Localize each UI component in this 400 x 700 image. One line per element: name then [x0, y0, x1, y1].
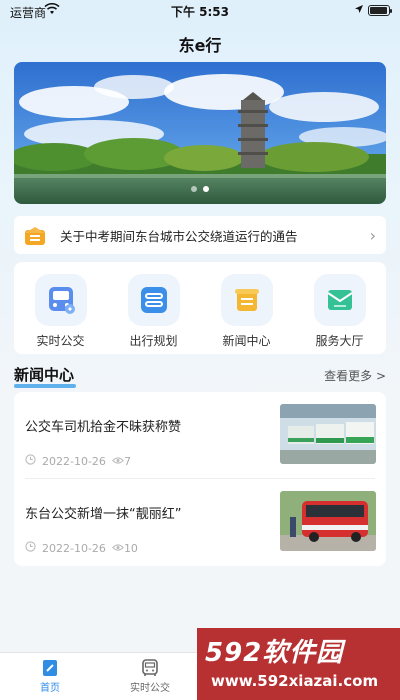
quick-action-news-center[interactable]: 新闻中心: [207, 274, 287, 354]
news-meta: 2022-10-26 7: [25, 454, 131, 468]
news-scroll-icon: [220, 274, 273, 326]
news-date: 2022-10-26: [42, 454, 106, 468]
news-section-header: 新闻中心 查看更多 >: [14, 364, 386, 388]
news-list: 公交车司机拾金不昧获称赞 2022-10-26 7 东台公交新增一抹“靓丽红” …: [14, 392, 386, 566]
app-title: 东e行: [178, 36, 222, 55]
eye-icon: [112, 542, 124, 555]
carousel-dot[interactable]: [191, 186, 197, 192]
news-title: 公交车司机拾金不昧获称赞: [25, 420, 182, 435]
news-thumbnail: [280, 491, 376, 551]
tab-label: 实时公交: [130, 683, 170, 694]
service-envelope-icon: [313, 274, 366, 326]
bus-outline-icon: [100, 657, 200, 679]
tab-home[interactable]: 首页: [0, 653, 100, 700]
status-bar: 运营商 下午 5:53: [0, 0, 400, 22]
bus-icon: [34, 274, 87, 326]
banner-carousel[interactable]: [14, 62, 386, 204]
quick-action-realtime-bus[interactable]: 实时公交: [21, 274, 101, 354]
clock-icon: [25, 541, 36, 555]
clock: 下午 5:53: [170, 5, 230, 19]
quick-action-service-hall[interactable]: 服务大厅: [300, 274, 380, 354]
watermark-brand: 592软件园: [205, 638, 344, 668]
route-icon: [127, 274, 180, 326]
quick-action-label: 服务大厅: [315, 334, 364, 348]
announcement-bar[interactable]: 关于中考期间东台城市公交绕道运行的通告 ›: [14, 216, 386, 254]
quick-action-label: 出行规划: [129, 334, 178, 348]
carousel-dots[interactable]: [14, 177, 386, 196]
news-title: 东台公交新增一抹“靓丽红”: [25, 507, 182, 522]
location-arrow-icon: [354, 3, 364, 17]
home-icon: [0, 657, 100, 679]
list-item[interactable]: 东台公交新增一抹“靓丽红” 2022-10-26 10: [14, 479, 386, 565]
watermark-url: www.592xiazai.com: [211, 672, 379, 690]
clock-icon: [25, 454, 36, 468]
announcement-text: 关于中考期间东台城市公交绕道运行的通告: [60, 228, 298, 244]
tab-realtime-bus[interactable]: 实时公交: [100, 653, 200, 700]
watermark-logo: 592软件园 www.592xiazai.com: [197, 628, 400, 700]
news-views: 7: [123, 454, 131, 468]
eye-icon: [112, 455, 124, 468]
news-views: 10: [123, 541, 138, 555]
tab-label: 首页: [40, 683, 60, 694]
quick-action-trip-planning[interactable]: 出行规划: [114, 274, 194, 354]
news-thumbnail: [280, 404, 376, 464]
section-title: 新闻中心: [14, 366, 75, 384]
quick-actions: 实时公交 出行规划 新闻中心 服务大厅: [14, 262, 386, 354]
view-more-link[interactable]: 查看更多 >: [324, 367, 386, 384]
quick-action-label: 实时公交: [36, 334, 85, 348]
news-date: 2022-10-26: [42, 541, 106, 555]
announcement-icon: [24, 226, 46, 245]
battery-icon: [368, 5, 392, 16]
list-item[interactable]: 公交车司机拾金不昧获称赞 2022-10-26 7: [14, 392, 386, 479]
quick-action-label: 新闻中心: [222, 334, 271, 348]
chevron-right-icon: ›: [369, 225, 376, 245]
news-meta: 2022-10-26 10: [25, 541, 138, 555]
carousel-dot-active[interactable]: [203, 186, 209, 192]
